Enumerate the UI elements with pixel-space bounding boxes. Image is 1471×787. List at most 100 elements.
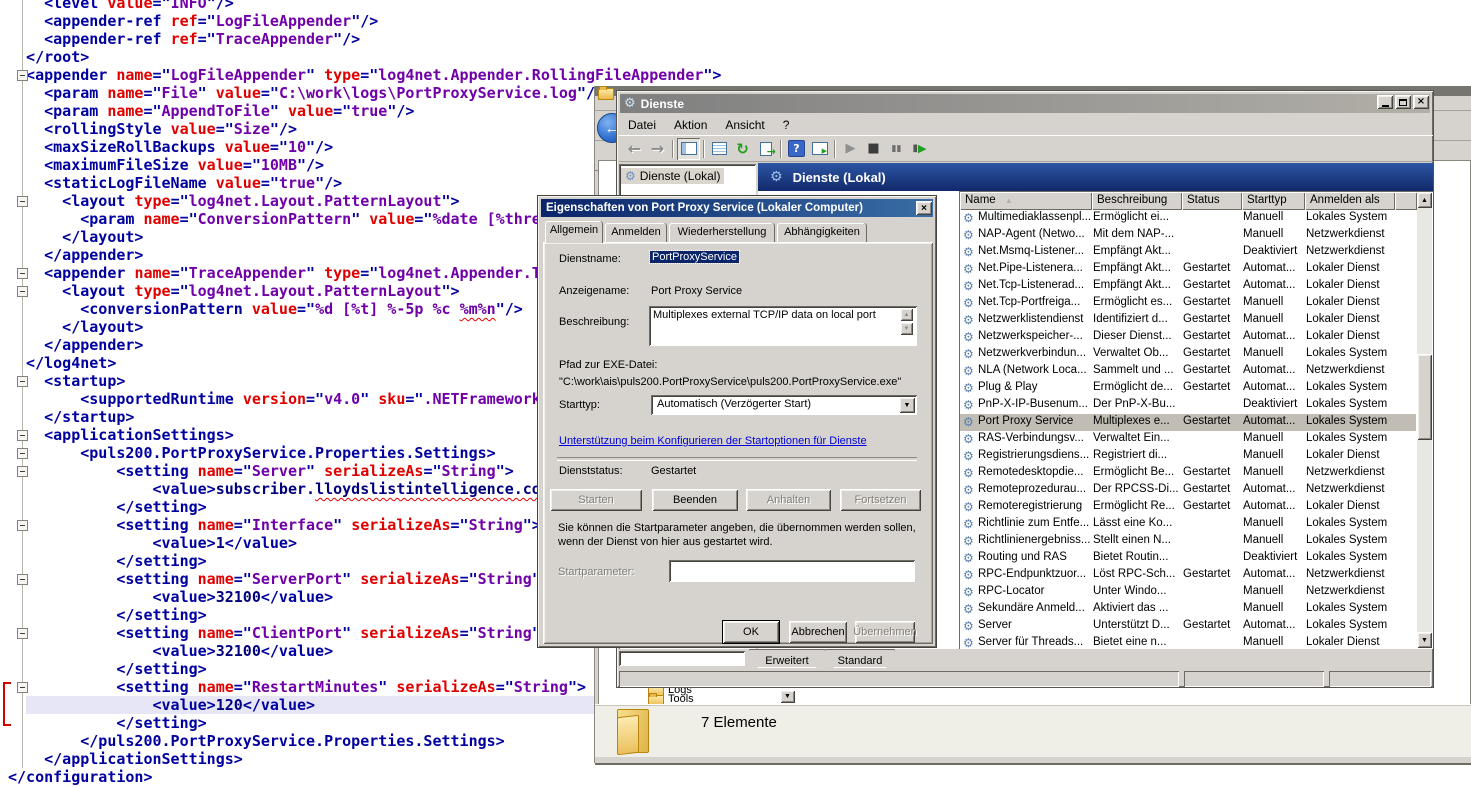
starttyp-combobox[interactable]: Automatisch (Verzögerter Start) ▼ bbox=[651, 395, 917, 415]
service-row[interactable]: ⚙Net.Pipe-Listenera...Empfängt Akt...Ges… bbox=[960, 261, 1416, 278]
service-row[interactable]: ⚙NLA (Network Loca...Sammelt und ...Gest… bbox=[960, 363, 1416, 380]
service-cell: Gestartet bbox=[1183, 296, 1241, 308]
dialog-titlebar[interactable]: Eigenschaften von Port Proxy Service (Lo… bbox=[541, 199, 933, 217]
export-list-icon[interactable] bbox=[754, 138, 777, 160]
fold-toggle-icon[interactable] bbox=[17, 196, 28, 207]
service-row[interactable]: ⚙Multimediaklassenpl...Ermöglicht ei...M… bbox=[960, 210, 1416, 227]
service-row[interactable]: ⚙Remoteprozedurau...Der RPCSS-Di...Gesta… bbox=[960, 482, 1416, 499]
services-titlebar[interactable]: ⚙ Dienste bbox=[620, 94, 1430, 113]
service-row[interactable]: ⚙RemoteregistrierungErmöglicht Re...Gest… bbox=[960, 499, 1416, 516]
dropdown-button[interactable]: ▼ bbox=[780, 690, 795, 703]
menu-item-aktion[interactable]: Aktion bbox=[665, 116, 716, 134]
service-row[interactable]: ⚙RPC-Endpunktzuor...Löst RPC-Sch...Gesta… bbox=[960, 567, 1416, 584]
service-row[interactable]: ⚙Richtlinie zum Entfe...Lässt eine Ko...… bbox=[960, 516, 1416, 533]
back-arrow-icon[interactable] bbox=[623, 138, 646, 160]
scroll-up-icon[interactable]: ▲ bbox=[900, 308, 913, 321]
startoptions-help-link[interactable]: Unterstützung beim Konfigurieren der Sta… bbox=[559, 435, 867, 447]
service-row[interactable]: ⚙Routing und RASBietet Routin...Deaktivi… bbox=[960, 550, 1416, 567]
service-row[interactable]: ⚙Plug & PlayErmöglicht de...GestartetAut… bbox=[960, 380, 1416, 397]
tab-erweitert[interactable]: Erweitert bbox=[749, 649, 825, 668]
service-row[interactable]: ⚙RPC-LocatorUnter Windo...ManuellNetzwer… bbox=[960, 584, 1416, 601]
tab-anmelden[interactable]: Anmelden bbox=[605, 223, 667, 242]
ok-button[interactable]: OK bbox=[723, 621, 779, 643]
menu-item-help[interactable]: ? bbox=[774, 116, 799, 134]
service-row[interactable]: ⚙Netzwerkspeicher-...Dieser Dienst...Ges… bbox=[960, 329, 1416, 346]
service-row[interactable]: ⚙Net.Msmq-Listener...Empfängt Akt...Deak… bbox=[960, 244, 1416, 261]
code-line: <value>32100</value> bbox=[8, 642, 333, 660]
service-row[interactable]: ⚙PnP-X-IP-Busenum...Der PnP-X-Bu...Deakt… bbox=[960, 397, 1416, 414]
scroll-down-button[interactable]: ▼ bbox=[1417, 632, 1432, 648]
dienstname-value[interactable]: PortProxyService bbox=[650, 251, 739, 263]
column-header-stub[interactable] bbox=[1395, 192, 1417, 210]
service-row[interactable]: ⚙NetzwerklistendienstIdentifiziert d...G… bbox=[960, 312, 1416, 329]
service-row[interactable]: ⚙Netzwerkverbindun...Verwaltet Ob...Gest… bbox=[960, 346, 1416, 363]
filter-box[interactable] bbox=[619, 651, 745, 666]
fold-toggle-icon[interactable] bbox=[17, 376, 28, 387]
fold-toggle-icon[interactable] bbox=[17, 286, 28, 297]
service-row[interactable]: ⚙Sekundäre Anmeld...Aktiviert das ...Man… bbox=[960, 601, 1416, 618]
column-header-starttyp[interactable]: Starttyp bbox=[1242, 192, 1305, 210]
service-row[interactable]: ⚙Richtlinienergebniss...Stellt einen N..… bbox=[960, 533, 1416, 550]
fortsetzen-button[interactable]: Fortsetzen bbox=[840, 489, 921, 511]
beschreibung-textbox[interactable]: Multiplexes external TCP/IP data on loca… bbox=[649, 306, 917, 346]
tab-wiederherstellung[interactable]: Wiederherstellung bbox=[669, 223, 775, 242]
menu-item-ansicht[interactable]: Ansicht bbox=[716, 116, 773, 134]
startparameter-input[interactable] bbox=[669, 560, 915, 582]
help-icon[interactable] bbox=[785, 138, 808, 160]
combobox-dropdown-icon[interactable]: ▼ bbox=[899, 397, 915, 413]
tab-allgemein[interactable]: Allgemein bbox=[545, 221, 603, 243]
abbrechen-button[interactable]: Abbrechen bbox=[789, 621, 847, 643]
start-service-icon[interactable] bbox=[839, 138, 862, 160]
starten-button[interactable]: Starten bbox=[550, 489, 642, 511]
uebernehmen-button[interactable]: Übernehmen bbox=[855, 621, 915, 643]
fold-toggle-icon[interactable] bbox=[17, 268, 28, 279]
column-header-status[interactable]: Status bbox=[1182, 192, 1242, 210]
forward-arrow-icon[interactable] bbox=[646, 138, 669, 160]
fold-toggle-icon[interactable] bbox=[17, 70, 28, 81]
service-row[interactable]: ⚙Server für Threads...Bietet eine n...Ma… bbox=[960, 635, 1416, 649]
service-row[interactable]: ⚙Port Proxy ServiceMultiplexes e...Gesta… bbox=[960, 414, 1416, 431]
maximize-button[interactable] bbox=[1395, 95, 1411, 109]
fold-toggle-icon[interactable] bbox=[17, 574, 28, 585]
scrollbar-thumb[interactable] bbox=[1417, 354, 1432, 440]
dialog-close-button[interactable]: × bbox=[916, 201, 932, 215]
service-row[interactable]: ⚙NAP-Agent (Netwo...Mit dem NAP-...Manue… bbox=[960, 227, 1416, 244]
show-console-tree-icon[interactable] bbox=[677, 138, 700, 160]
service-row[interactable]: ⚙RAS-Verbindungsv...Verwaltet Ein...Manu… bbox=[960, 431, 1416, 448]
fold-toggle-icon[interactable] bbox=[17, 448, 28, 459]
service-row[interactable]: ⚙ServerUnterstützt D...GestartetAutomat.… bbox=[960, 618, 1416, 635]
beenden-button[interactable]: Beenden bbox=[652, 489, 738, 511]
tab-abhängigkeiten[interactable]: Abhängigkeiten bbox=[777, 223, 867, 242]
fold-toggle-icon[interactable] bbox=[17, 430, 28, 441]
service-cell: Netzwerkdienst bbox=[1306, 568, 1394, 580]
properties-icon[interactable] bbox=[708, 138, 731, 160]
service-row[interactable]: ⚙Registrierungsdiens...Registriert di...… bbox=[960, 448, 1416, 465]
service-row[interactable]: ⚙Net.Tcp-Listenerad...Empfängt Akt...Ges… bbox=[960, 278, 1416, 295]
fold-toggle-icon[interactable] bbox=[17, 466, 28, 477]
menu-item-datei[interactable]: Datei bbox=[619, 116, 665, 134]
anhalten-button[interactable]: Anhalten bbox=[746, 489, 831, 511]
extended-view-icon[interactable] bbox=[808, 138, 831, 160]
scroll-down-icon[interactable]: ▼ bbox=[900, 322, 913, 335]
service-row[interactable]: ⚙Remotedesktopdie...Ermöglicht Be...Gest… bbox=[960, 465, 1416, 482]
fold-toggle-icon[interactable] bbox=[17, 682, 28, 693]
refresh-icon[interactable] bbox=[731, 138, 754, 160]
vertical-scrollbar[interactable]: ▲ ▼ bbox=[1417, 192, 1432, 648]
close-button[interactable]: × bbox=[1413, 95, 1429, 109]
tree-item-dienste-lokal[interactable]: ⚙ Dienste (Lokal) bbox=[621, 168, 724, 184]
service-cell: Gestartet bbox=[1183, 330, 1241, 342]
fold-toggle-icon[interactable] bbox=[17, 628, 28, 639]
service-cell: Gestartet bbox=[1183, 347, 1241, 359]
column-header-anmelden-als[interactable]: Anmelden als bbox=[1305, 192, 1395, 210]
restart-service-icon[interactable] bbox=[908, 138, 931, 160]
column-header-name[interactable]: Name ▲ bbox=[960, 192, 1092, 210]
minimize-button[interactable] bbox=[1377, 95, 1393, 109]
fold-toggle-icon[interactable] bbox=[17, 520, 28, 531]
tab-standard[interactable]: Standard bbox=[825, 649, 895, 668]
scroll-up-button[interactable]: ▲ bbox=[1417, 192, 1432, 208]
service-row[interactable]: ⚙Net.Tcp-Portfreiga...Ermöglicht es...Ge… bbox=[960, 295, 1416, 312]
stop-service-icon[interactable] bbox=[862, 138, 885, 160]
pause-service-icon[interactable] bbox=[885, 138, 908, 160]
column-header-beschreibung[interactable]: Beschreibung bbox=[1092, 192, 1182, 210]
folder-list-item[interactable]: Tools bbox=[668, 693, 694, 704]
